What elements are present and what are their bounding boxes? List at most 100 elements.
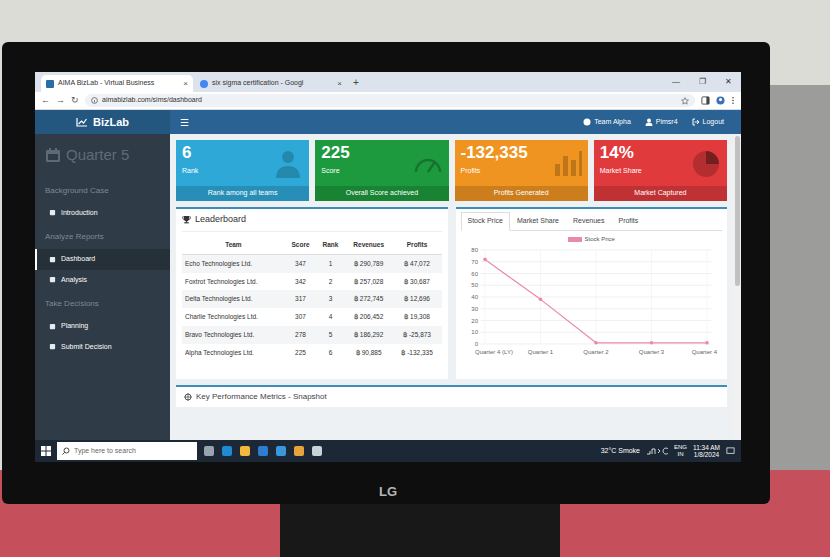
item-icon: [49, 276, 56, 283]
sidebar-item[interactable]: Introduction: [35, 203, 170, 224]
calendar-icon: [45, 147, 61, 163]
app-body: Quarter 5Background CaseIntroductionAnal…: [35, 134, 741, 440]
leaderboard-header: Leaderboard: [182, 213, 442, 233]
snapshot-panel: Key Performance Metrics - Snapshot: [176, 385, 727, 407]
table-body: Echo Technologies Ltd.3471฿ 290,789฿ 47,…: [182, 254, 442, 361]
table-cell: Delta Technologies Ltd.: [182, 290, 285, 308]
series-line: [540, 299, 596, 342]
table-cell: ฿ 272,745: [345, 290, 393, 308]
app-icon: [275, 445, 287, 457]
brand-name: BizLab: [93, 114, 129, 131]
sidebar-section-title: Background Case: [35, 177, 170, 203]
stat-value: 6: [182, 144, 198, 163]
stat-footer: Overall Score achieved: [315, 186, 448, 201]
sidebar-item[interactable]: Analysis: [35, 270, 170, 291]
user-link[interactable]: Team Alpha: [576, 110, 638, 134]
window-control[interactable]: ✕: [715, 76, 741, 88]
y-tick: 20: [471, 318, 478, 324]
stat-card: 6RankRank among all teams: [176, 140, 309, 201]
chart-tab[interactable]: Revenues: [566, 212, 612, 231]
search-placeholder: Type here to search: [74, 446, 136, 457]
sidebar-item-label: Analysis: [61, 275, 87, 286]
taskbar-search[interactable]: Type here to search: [57, 442, 197, 460]
grid-line: [651, 250, 652, 344]
tab-close[interactable]: ×: [183, 78, 188, 90]
monitor-stand: [280, 495, 560, 557]
nav-button[interactable]: ↻: [71, 94, 79, 108]
leaderboard-panel: Leaderboard TeamScoreRankRevenuesProfitsE…: [176, 207, 448, 379]
scrollbar-thumb[interactable]: [735, 136, 740, 286]
chart-tab[interactable]: Stock Price: [461, 212, 510, 232]
stat-card-text: 14%Market Share: [600, 144, 642, 176]
user-link-label: Team Alpha: [594, 117, 631, 128]
x-label: Quarter 4 (LY): [475, 349, 513, 355]
time: 11:34 AM: [693, 444, 720, 451]
language[interactable]: ENGIN: [674, 444, 687, 457]
table-cell: 278: [285, 326, 316, 344]
item-icon: [49, 209, 56, 216]
clock[interactable]: 11:34 AM1/8/2024: [693, 444, 720, 458]
scrollbar[interactable]: [733, 134, 741, 440]
app-icon: [257, 445, 269, 457]
chart-tab[interactable]: Profits: [611, 212, 645, 231]
weather: 32°C Smoke: [601, 446, 640, 457]
wall-panel: [770, 85, 830, 475]
column-header: Profits: [393, 236, 442, 254]
brand[interactable]: BizLab: [35, 110, 170, 134]
user-link[interactable]: Logout: [685, 110, 731, 134]
table-head: TeamScoreRankRevenuesProfits: [182, 236, 442, 254]
monitor-logo: LG: [35, 462, 741, 502]
table-row: Delta Technologies Ltd.3173฿ 272,745฿ 12…: [182, 290, 442, 308]
app-icon: [293, 445, 305, 457]
window-control[interactable]: —: [663, 76, 689, 88]
menu-toggle[interactable]: ☰: [170, 115, 199, 130]
menu-dots-icon: [731, 96, 735, 105]
window-control[interactable]: ❐: [689, 76, 715, 88]
table-cell: 1: [316, 254, 345, 272]
app-header: BizLab ☰ Team Alpha Pimsr4Logout: [35, 110, 741, 134]
address-field[interactable]: aimabizlab.com/sims/dashboard: [85, 94, 695, 107]
address-bar: ← → ↻ aimabizlab.com/sims/dashboard: [35, 92, 741, 110]
stat-card-body: 14%Market Share: [594, 140, 727, 186]
crosshair-icon: [184, 393, 192, 401]
chart-tabs: Stock PriceMarket ShareRevenuesProfits: [461, 212, 723, 232]
stat-card: 14%Market ShareMarket Captured: [594, 140, 727, 201]
grid-line: [706, 250, 707, 344]
sidebar-item[interactable]: Dashboard: [35, 249, 170, 270]
app-icon: [239, 445, 251, 457]
nav-button[interactable]: →: [56, 94, 65, 108]
site-info-icon: [91, 97, 98, 104]
table-cell: ฿ 186,292: [345, 326, 393, 344]
browser-tab[interactable]: six sigma certification - Googl×: [195, 75, 347, 92]
screen: AIMA BizLab - Virtual Business×six sigma…: [35, 72, 741, 462]
profile-icon: [716, 96, 725, 105]
tab-close[interactable]: ×: [337, 78, 342, 90]
x-label: Quarter 2: [583, 349, 609, 355]
table-cell: ฿ -132,335: [393, 344, 442, 362]
user-link[interactable]: Pimsr4: [638, 110, 685, 134]
chart-tab[interactable]: Market Share: [510, 212, 566, 231]
table-row: Alpha Technologies Ltd.2256฿ 90,885฿ -13…: [182, 344, 442, 362]
table-cell: 307: [285, 308, 316, 326]
sidebar-item-label: Submit Decision: [61, 342, 112, 353]
y-tick: 30: [471, 306, 478, 312]
browser-tab[interactable]: AIMA BizLab - Virtual Business×: [41, 75, 193, 92]
grid-line: [484, 250, 485, 344]
sidebar-item[interactable]: Submit Decision: [35, 337, 170, 358]
table-cell: Foxtrot Technologies Ltd.: [182, 273, 285, 291]
grid-line: [595, 250, 596, 344]
date: 1/8/2024: [694, 451, 719, 458]
y-tick: 40: [471, 294, 478, 300]
stat-card-body: 6Rank: [176, 140, 309, 186]
y-tick: 50: [471, 282, 478, 288]
item-icon: [49, 343, 56, 350]
nav-button[interactable]: ←: [41, 94, 50, 108]
sidebar-item[interactable]: Planning: [35, 316, 170, 337]
new-tab-button[interactable]: +: [349, 75, 363, 90]
app-icon: [221, 445, 233, 457]
header-end: [731, 110, 741, 134]
notification-icon: [726, 447, 735, 456]
table-row: Foxtrot Technologies Ltd.3422฿ 257,028฿ …: [182, 273, 442, 291]
item-icon: [49, 256, 56, 263]
table-cell: 317: [285, 290, 316, 308]
